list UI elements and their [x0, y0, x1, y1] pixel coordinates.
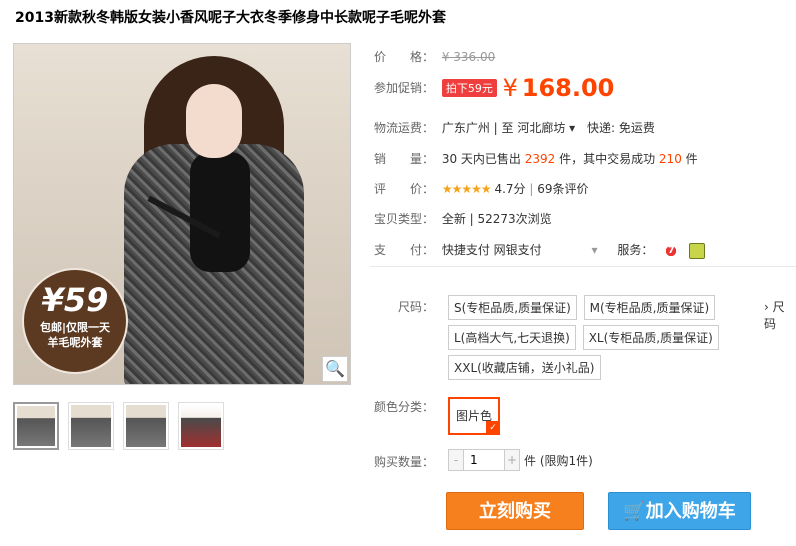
thumbnail-3[interactable]: [123, 402, 169, 450]
divider: [370, 266, 796, 267]
color-label-row: 颜色分类：: [374, 398, 438, 415]
color-option-selected[interactable]: 图片色: [448, 397, 500, 435]
cart-icon: 🛒: [623, 501, 646, 522]
star-rating-icon: ★★★★★: [441, 182, 492, 196]
color-label: 颜色分类：: [374, 400, 435, 414]
badge-price: ¥59: [41, 281, 109, 319]
quantity-label: 购买数量：: [374, 455, 435, 469]
badge-line-1: 包邮|仅限一天: [39, 321, 111, 334]
promo-row: 参加促销： 拍下59元 ¥ 168.00: [374, 74, 614, 102]
thumbnail-4[interactable]: [178, 402, 224, 450]
sold-count: 2392: [524, 152, 556, 166]
service-label: 服务：: [617, 243, 654, 257]
original-price: ¥ 336.00: [441, 50, 496, 64]
currency-symbol: ¥: [502, 74, 518, 102]
add-to-cart-button[interactable]: 🛒加入购物车: [608, 492, 751, 530]
sales-row: 销 量： 30 天内已售出 2392 件，其中交易成功 210 件: [374, 150, 698, 167]
quantity-plus-button[interactable]: +: [505, 450, 519, 470]
seven-day-return-icon[interactable]: 7: [663, 242, 680, 259]
sales-label: 销 量：: [374, 152, 435, 166]
thumbnail-2[interactable]: [68, 402, 114, 450]
shipping-label: 物流运费：: [374, 121, 435, 135]
item-type-row: 宝贝类型： 全新 | 52273次浏览: [374, 210, 552, 227]
rating-score: 4.7分: [494, 182, 526, 196]
payment-row: 支 付： 快捷支付 网银支付 ▾ 服务： 7: [374, 241, 706, 259]
sales-prefix: 30 天内已售出: [441, 152, 525, 166]
rating-count[interactable]: 69条评价: [537, 182, 588, 196]
badge-line-2: 羊毛呢外套: [47, 336, 103, 349]
quantity-input[interactable]: [463, 450, 505, 470]
model-collar: [190, 152, 250, 272]
promo-tag: 拍下59元: [441, 79, 497, 97]
shipping-fee: 快递: 免运费: [586, 121, 655, 135]
sales-suffix: 件: [681, 152, 698, 166]
product-title: 2013新款秋冬韩版女装小香风呢子大衣冬季修身中长款呢子毛呢外套: [15, 10, 446, 26]
shipping-route[interactable]: 广东广州 | 至 河北廊坊 ▾: [442, 121, 575, 135]
promo-label: 参加促销：: [374, 80, 435, 95]
payment-methods: 快捷支付 网银支付: [441, 243, 542, 257]
size-option-m[interactable]: M(专柜品质,质量保证): [583, 295, 716, 320]
quantity-minus-button[interactable]: -: [449, 450, 463, 470]
item-type-value: 全新 | 52273次浏览: [441, 212, 552, 226]
size-guide-link[interactable]: › 尺码: [764, 298, 796, 332]
buy-now-button[interactable]: 立刻购买: [446, 492, 584, 530]
rating-row: 评 价： ★★★★★ 4.7分 | 69条评价: [374, 180, 589, 197]
guarantee-icon[interactable]: [689, 242, 706, 259]
payment-label: 支 付：: [374, 243, 435, 257]
size-option-s[interactable]: S(专柜品质,质量保证): [448, 295, 577, 320]
main-product-image[interactable]: ¥59 包邮|仅限一天 羊毛呢外套 🔍: [13, 43, 351, 385]
size-option-xl[interactable]: XL(专柜品质,质量保证): [582, 325, 719, 350]
price-badge: ¥59 包邮|仅限一天 羊毛呢外套: [22, 268, 128, 374]
model-face: [186, 84, 242, 158]
quantity-stepper: - +: [448, 449, 520, 471]
price-label: 价 格：: [374, 50, 435, 64]
add-to-cart-label: 加入购物车: [645, 501, 736, 522]
rating-sep: |: [525, 182, 538, 196]
price-row: 价 格： ¥ 336.00: [374, 48, 495, 65]
thumbnail-strip: [13, 402, 224, 450]
size-option-xxl[interactable]: XXL(收藏店铺，送小礼品): [448, 355, 601, 380]
quantity-label-row: 购买数量：: [374, 453, 438, 470]
size-options: S(专柜品质,质量保证) M(专柜品质,质量保证) L(高档大气,七天退换) X…: [448, 295, 768, 385]
size-label: 尺码：: [397, 300, 434, 314]
quantity-limit: 件 (限购1件): [524, 454, 593, 468]
thumbnail-1[interactable]: [13, 402, 59, 450]
chevron-down-icon[interactable]: ▾: [591, 243, 597, 257]
size-label-row: 尺码：: [374, 298, 434, 315]
magnifier-icon[interactable]: 🔍: [322, 356, 348, 382]
item-type-label: 宝贝类型：: [374, 212, 435, 226]
success-count: 210: [658, 152, 682, 166]
size-option-l[interactable]: L(高档大气,七天退换): [448, 325, 576, 350]
shipping-row: 物流运费： 广东广州 | 至 河北廊坊 ▾ 快递: 免运费: [374, 119, 655, 136]
sales-mid: 件，其中交易成功: [555, 152, 659, 166]
rating-label: 评 价：: [374, 182, 435, 196]
promo-price: 168.00: [521, 74, 615, 102]
